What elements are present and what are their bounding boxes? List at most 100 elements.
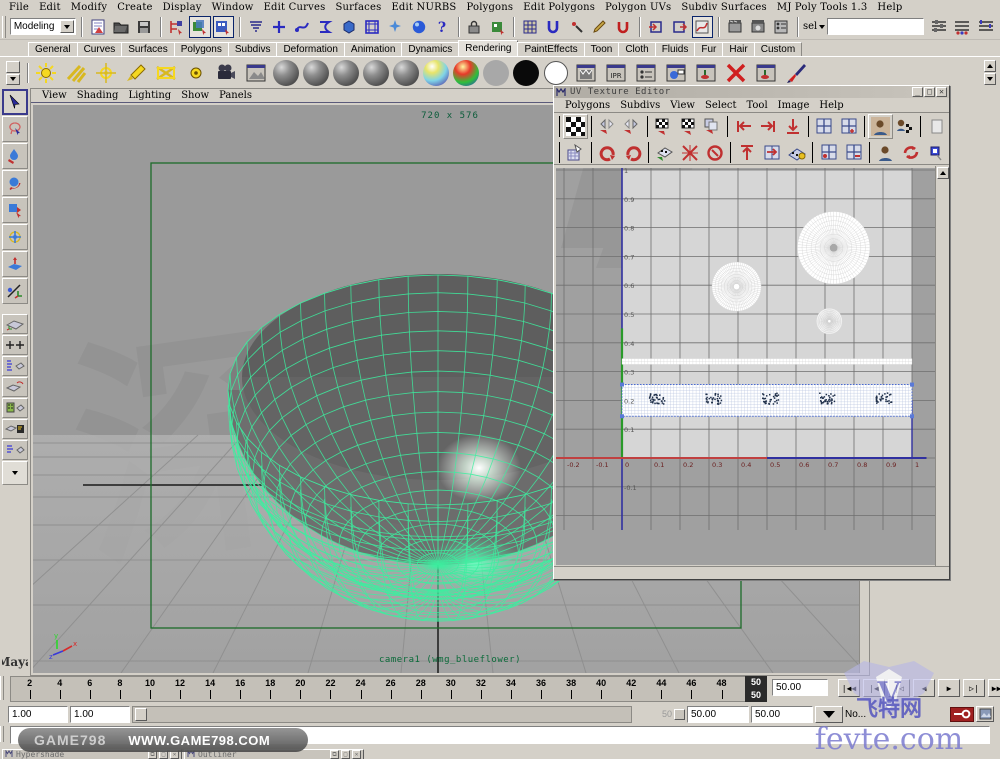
uv-shell-small-disc[interactable] (816, 308, 842, 334)
directional-light-icon[interactable] (61, 58, 91, 88)
select-by-component-type-icon[interactable] (213, 16, 234, 38)
layout-persp-outliner-icon[interactable] (2, 377, 28, 397)
batch-render-icon[interactable] (691, 58, 721, 88)
range-start-field-2[interactable] (70, 706, 130, 723)
menu-item-polygons[interactable]: Polygons (461, 1, 518, 14)
show-manipulator-tool-icon[interactable] (2, 278, 28, 304)
material-swatch-ramp-shader[interactable] (421, 58, 451, 88)
shelf-tab-curves[interactable]: Curves (77, 42, 123, 56)
new-scene-icon[interactable] (87, 16, 108, 38)
cycle-uvs-icon[interactable] (700, 114, 725, 139)
shelf-tab-animation[interactable]: Animation (344, 42, 402, 56)
shelf-tab-toon[interactable]: Toon (584, 42, 620, 56)
viewport-menu-view[interactable]: View (37, 90, 72, 101)
snap-to-point-icon[interactable] (315, 16, 336, 38)
make-live-icon[interactable] (361, 16, 382, 38)
snap-to-curve-icon[interactable] (292, 16, 313, 38)
shelf-tab-painteffects[interactable]: PaintEffects (517, 42, 584, 56)
show-hide-grid-icon[interactable] (519, 16, 540, 38)
select-by-hierarchy-icon[interactable] (166, 16, 187, 38)
menu-item-polygon-uvs[interactable]: Polygon UVs (600, 1, 676, 14)
menu-item-surfaces[interactable]: Surfaces (330, 1, 386, 14)
uv-menu-subdivs[interactable]: Subdivs (615, 100, 665, 111)
uv-texture-editor-window[interactable]: UV Texture Editor _ □ ✕ PolygonsSubdivsV… (553, 85, 950, 580)
shelf-tab-fluids[interactable]: Fluids (655, 42, 696, 56)
image-toggle-icon[interactable] (868, 114, 893, 139)
point-light-icon[interactable] (91, 58, 121, 88)
uv-checker-texture-icon[interactable] (563, 114, 588, 139)
show-batch-render-icon[interactable] (751, 58, 781, 88)
render-current-frame-icon[interactable] (571, 58, 601, 88)
menu-item-edit-nurbs[interactable]: Edit NURBS (386, 1, 461, 14)
shelf-tab-hair[interactable]: Hair (722, 42, 754, 56)
paint-select-icon[interactable] (589, 16, 610, 38)
uv-shell-handle[interactable] (910, 414, 914, 418)
show-channel-box-icon[interactable] (975, 16, 996, 38)
lock-icon[interactable] (464, 16, 485, 38)
timeline-grip[interactable] (0, 676, 10, 702)
selection-field[interactable] (827, 18, 924, 35)
construction-history-icon[interactable] (385, 16, 406, 38)
shelf-tab-subdivs[interactable]: Subdivs (228, 42, 278, 56)
menu-item-edit-curves[interactable]: Edit Curves (259, 1, 331, 14)
show-attribute-editor-icon[interactable] (928, 16, 949, 38)
volume-light-icon[interactable] (181, 58, 211, 88)
restore-icon[interactable]: ⧉ (330, 750, 339, 759)
menu-set-selector[interactable]: Modeling (10, 18, 76, 35)
shelf-tab-dynamics[interactable]: Dynamics (401, 42, 459, 56)
animation-preferences-button[interactable] (976, 706, 994, 722)
universal-manipulator-icon[interactable] (2, 224, 28, 250)
render-view-window-icon[interactable] (241, 58, 271, 88)
material-swatch-lambert[interactable] (271, 58, 301, 88)
shelf-tab-cloth[interactable]: Cloth (618, 42, 655, 56)
uv-select-mode-icon[interactable] (923, 140, 948, 165)
auto-key-button[interactable] (950, 707, 974, 722)
range-end-handle[interactable] (674, 709, 685, 720)
grid-uv-icon[interactable] (812, 114, 837, 139)
rotate-cw-90-icon[interactable] (620, 140, 645, 165)
material-swatch-anisotropic[interactable] (391, 58, 421, 88)
uv-editor-right-scroll[interactable] (935, 166, 949, 579)
layout-outliner-persp-icon[interactable] (2, 440, 28, 460)
current-time-field[interactable] (772, 679, 828, 696)
soft-modification-tool-icon[interactable] (2, 251, 28, 277)
material-swatch-surface-shader[interactable] (481, 58, 511, 88)
camera-icon[interactable] (211, 58, 241, 88)
step-back-key-button[interactable]: |◀ (863, 679, 885, 697)
play-forwards-button[interactable]: ▶ (938, 679, 960, 697)
uv-shell-large-disc[interactable] (797, 212, 870, 285)
shelf-tab-general[interactable]: General (28, 42, 78, 56)
uv-menu-help[interactable]: Help (814, 100, 848, 111)
uv-text-field-icon[interactable] (924, 114, 949, 139)
menu-item-create[interactable]: Create (112, 1, 157, 14)
time-slider[interactable]: 2468101214161820222426283032343638404244… (10, 676, 752, 702)
select-tool-icon[interactable] (2, 89, 28, 115)
material-swatch-blinn[interactable] (301, 58, 331, 88)
layout-more-dropdown[interactable] (2, 461, 28, 485)
lasso-tool-icon[interactable] (2, 116, 28, 142)
uv-shell-strip-upper[interactable] (622, 359, 912, 365)
uv-menu-polygons[interactable]: Polygons (560, 100, 615, 111)
go-to-start-button[interactable]: |◀◀ (838, 679, 860, 697)
snap-to-grid-icon[interactable] (268, 16, 289, 38)
play-backwards-button[interactable]: ◀ (913, 679, 935, 697)
uv-menu-image[interactable]: Image (773, 100, 815, 111)
uv-shell-handle[interactable] (910, 383, 914, 387)
menu-item-subdiv-surfaces[interactable]: Subdiv Surfaces (676, 1, 772, 14)
material-swatch-shading-map[interactable] (541, 58, 571, 88)
rotate-ccw-90-icon[interactable] (595, 140, 620, 165)
move-down-icon[interactable] (781, 114, 806, 139)
material-swatch-use-background[interactable] (511, 58, 541, 88)
shelf-tab-polygons[interactable]: Polygons (174, 42, 229, 56)
step-forward-frame-button[interactable]: ▷| (963, 679, 985, 697)
exit-component-icon[interactable] (668, 16, 689, 38)
paint-select-tool-icon[interactable] (2, 143, 28, 169)
menu-item-help[interactable]: Help (872, 1, 907, 14)
unfold-uv-icon[interactable] (677, 140, 702, 165)
menu-item-edit-polygons[interactable]: Edit Polygons (518, 1, 600, 14)
shelf-tab-fur[interactable]: Fur (694, 42, 723, 56)
shelf-options-menu[interactable] (2, 58, 24, 88)
enter-component-icon[interactable] (645, 16, 666, 38)
go-to-end-button[interactable]: ▶▶| (988, 679, 1000, 697)
range-end-field[interactable] (687, 706, 749, 723)
